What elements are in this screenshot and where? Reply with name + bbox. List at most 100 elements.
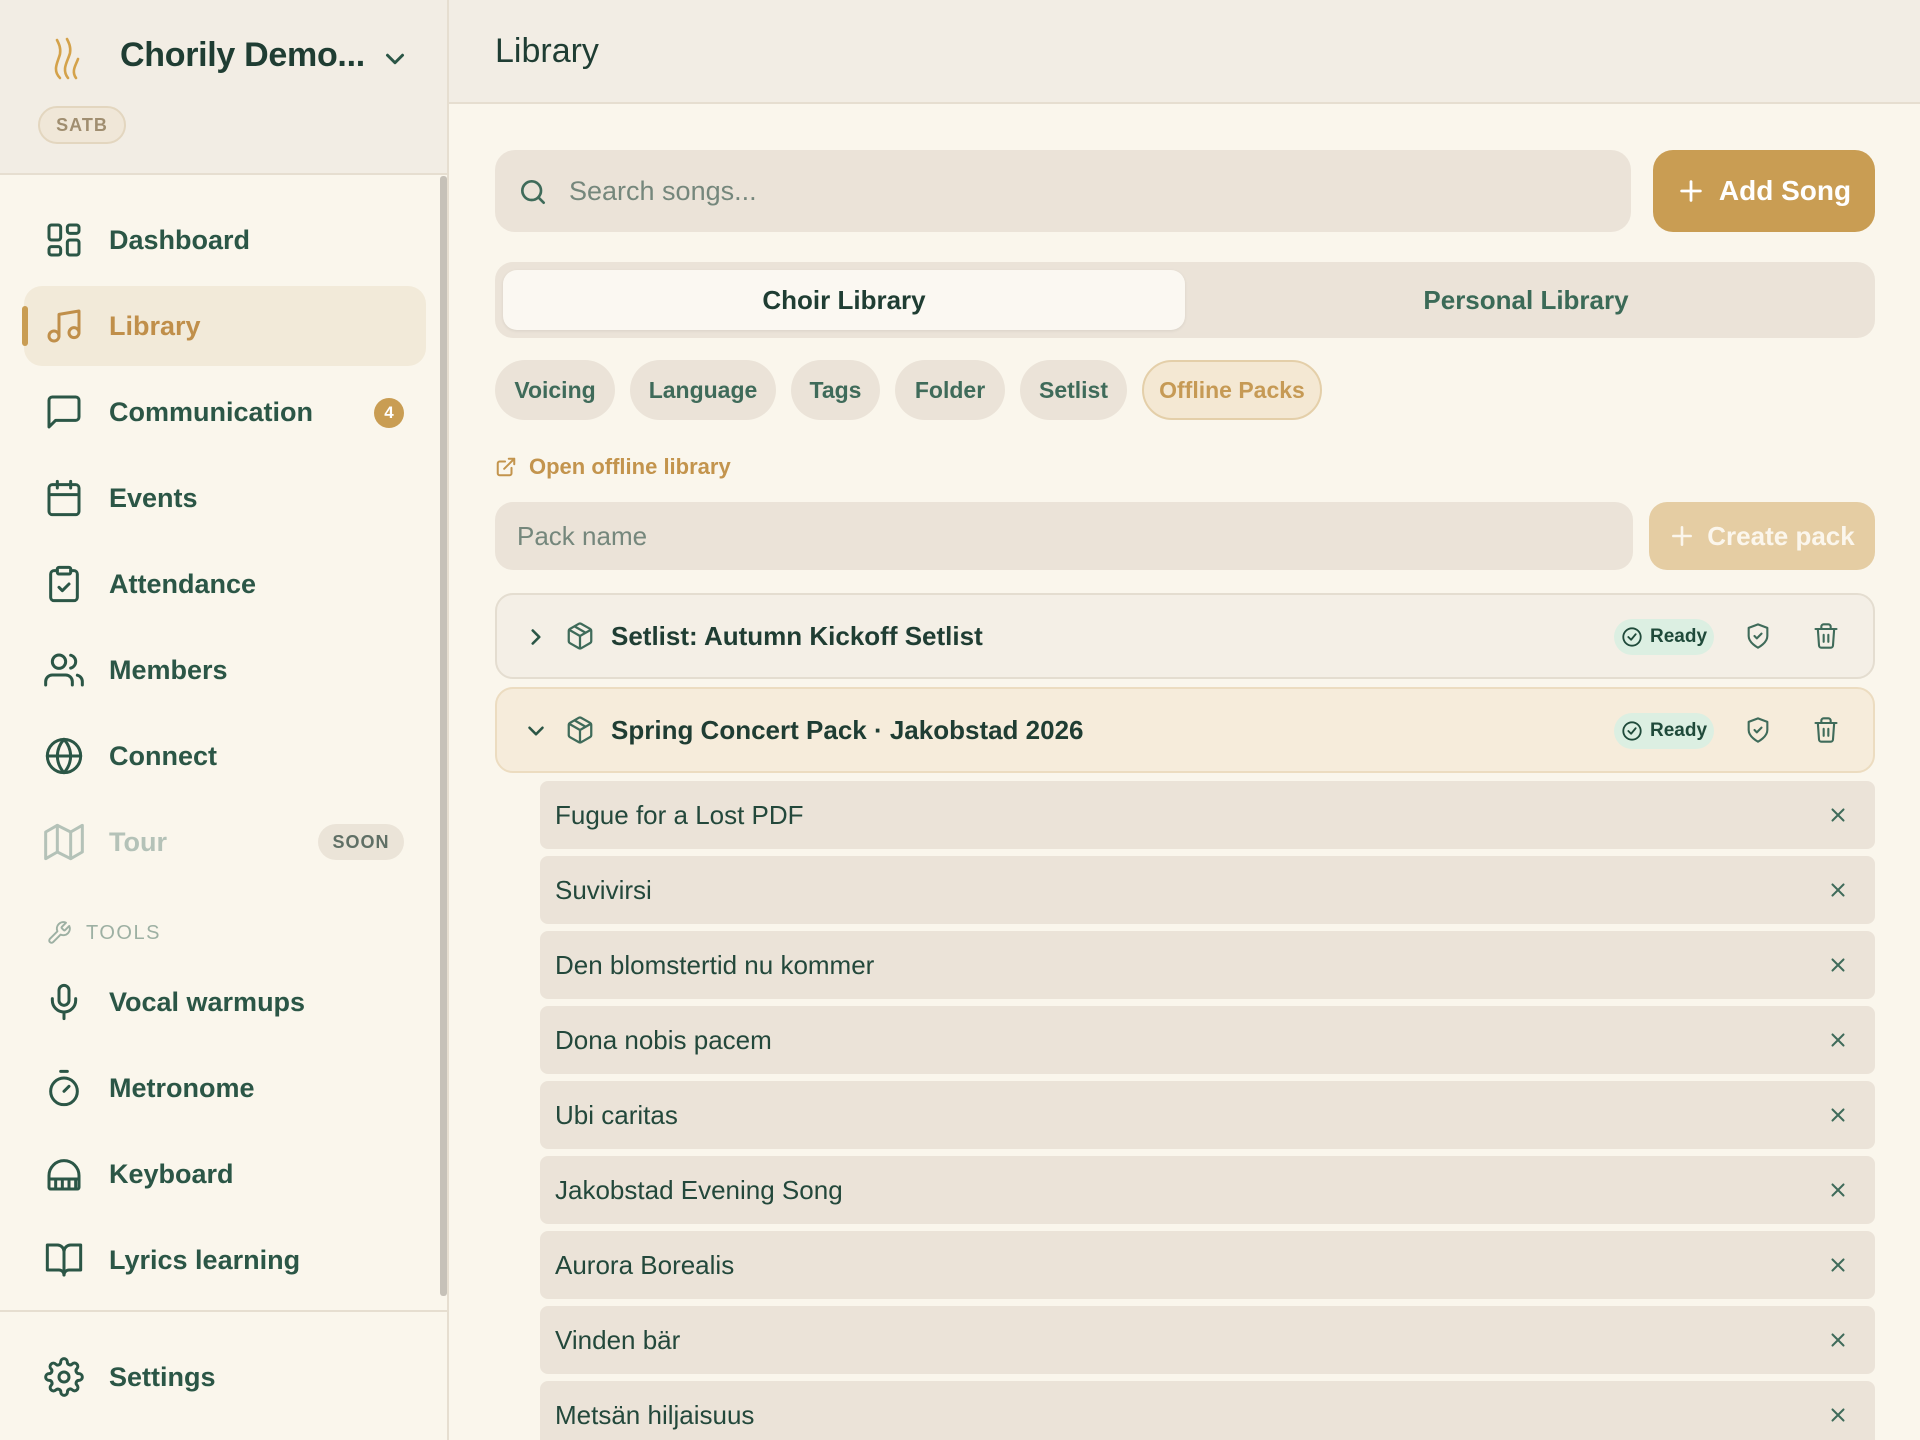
sidebar: Chorily Demo... SATB Dashboard Library C… (0, 0, 449, 1440)
sidebar-scrollbar[interactable] (440, 176, 447, 1296)
shield-check-icon[interactable] (1744, 621, 1772, 651)
close-icon[interactable] (1827, 804, 1849, 826)
open-offline-library-label: Open offline library (529, 454, 731, 479)
song-title[interactable]: Suvivirsi (555, 856, 652, 924)
unread-count-badge: 4 (374, 398, 404, 428)
close-icon[interactable] (1827, 1404, 1849, 1426)
filter-folder[interactable]: Folder (895, 360, 1005, 420)
close-icon[interactable] (1827, 1329, 1849, 1351)
song-title[interactable]: Fugue for a Lost PDF (555, 781, 804, 849)
timer-icon (49, 1069, 79, 1107)
pack-name-input[interactable] (517, 502, 1607, 570)
calendar-icon (47, 479, 81, 517)
plus-icon (1680, 180, 1702, 202)
nav-lyrics-learning[interactable]: Lyrics learning (24, 1220, 426, 1300)
close-icon[interactable] (1827, 1254, 1849, 1276)
nav-library-label: Library (109, 311, 201, 341)
voicing-badge: SATB (38, 106, 126, 144)
pack-song-row: Fugue for a Lost PDF (540, 781, 1875, 849)
music-note-icon (47, 309, 81, 343)
song-title[interactable]: Dona nobis pacem (555, 1006, 772, 1074)
nav-library[interactable]: Library (22, 286, 426, 366)
ready-status-badge: Ready (1614, 619, 1714, 655)
add-song-button[interactable]: Add Song (1653, 150, 1875, 232)
open-offline-library-link[interactable]: Open offline library (495, 450, 731, 484)
song-title[interactable]: Metsän hiljaisuus (555, 1381, 754, 1440)
message-square-icon (47, 395, 81, 429)
pack-song-row: Jakobstad Evening Song (540, 1156, 1875, 1224)
pack-title[interactable]: Setlist: Autumn Kickoff Setlist (611, 595, 983, 677)
nav-tour: Tour SOON (24, 802, 426, 882)
song-search[interactable] (495, 150, 1631, 232)
ready-status-badge: Ready (1614, 713, 1714, 749)
nav-connect[interactable]: Connect (24, 716, 426, 796)
nav-settings-label: Settings (109, 1362, 216, 1392)
trash-icon[interactable] (1812, 716, 1840, 744)
filter-offline-packs[interactable]: Offline Packs (1142, 360, 1322, 420)
filter-voicing[interactable]: Voicing (495, 360, 615, 420)
tools-label: TOOLS (86, 922, 161, 944)
nav-metronome-label: Metronome (109, 1073, 255, 1103)
offline-pack: Spring Concert Pack · Jakobstad 2026 Rea… (495, 687, 1875, 773)
pack-song-row: Metsän hiljaisuus (540, 1381, 1875, 1440)
chevron-down-icon[interactable] (380, 44, 410, 74)
filter-setlist[interactable]: Setlist (1020, 360, 1127, 420)
external-link-icon (496, 457, 516, 477)
tab-choir-library[interactable]: Choir Library (503, 270, 1185, 330)
close-icon[interactable] (1827, 1104, 1849, 1126)
nav-keyboard[interactable]: Keyboard (24, 1134, 426, 1214)
filter-tags[interactable]: Tags (791, 360, 880, 420)
gear-icon (44, 1357, 84, 1397)
wrench-icon (48, 921, 71, 944)
check-circle-icon (1622, 627, 1642, 647)
create-pack-button[interactable]: Create pack (1649, 502, 1875, 570)
check-circle-icon (1622, 721, 1642, 741)
pack-song-row: Vinden bär (540, 1306, 1875, 1374)
trash-icon[interactable] (1812, 622, 1840, 650)
nav-events[interactable]: Events (24, 458, 426, 538)
song-title[interactable]: Den blomstertid nu kommer (555, 931, 874, 999)
create-pack-label: Create pack (1707, 520, 1855, 551)
clipboard-check-icon (49, 565, 79, 603)
nav-attendance[interactable]: Attendance (24, 544, 426, 624)
pack-song-row: Suvivirsi (540, 856, 1875, 924)
offline-pack: Setlist: Autumn Kickoff Setlist Ready (495, 593, 1875, 679)
nav-settings[interactable]: Settings (24, 1337, 426, 1417)
chevron-down-icon[interactable] (523, 718, 549, 744)
nav-vocal-warmups[interactable]: Vocal warmups (24, 962, 426, 1042)
piano-icon (47, 1159, 81, 1191)
song-title[interactable]: Aurora Borealis (555, 1231, 734, 1299)
sidebar-footer: Settings (0, 1310, 447, 1440)
close-icon[interactable] (1827, 879, 1849, 901)
dashboard-icon (47, 223, 81, 257)
add-song-label: Add Song (1718, 175, 1852, 206)
song-title[interactable]: Vinden bär (555, 1306, 680, 1374)
close-icon[interactable] (1827, 954, 1849, 976)
song-title[interactable]: Ubi caritas (555, 1081, 678, 1149)
tab-personal-library[interactable]: Personal Library (1185, 270, 1867, 330)
nav-keyboard-label: Keyboard (109, 1159, 234, 1189)
pack-name-field[interactable] (495, 502, 1633, 570)
filter-language[interactable]: Language (630, 360, 776, 420)
choir-switcher[interactable]: Chorily Demo... SATB (0, 0, 447, 175)
nav-tour-label: Tour (109, 827, 167, 857)
pack-song-row: Ubi caritas (540, 1081, 1875, 1149)
shield-check-icon[interactable] (1744, 715, 1772, 745)
pack-song-row: Den blomstertid nu kommer (540, 931, 1875, 999)
pack-title[interactable]: Spring Concert Pack · Jakobstad 2026 (611, 689, 1084, 771)
search-input[interactable] (569, 150, 1609, 232)
microphone-icon (50, 983, 78, 1021)
nav-communication[interactable]: Communication 4 (24, 372, 426, 452)
nav-members[interactable]: Members (24, 630, 426, 710)
chevron-right-icon[interactable] (523, 624, 549, 650)
nav-dashboard[interactable]: Dashboard (24, 200, 426, 280)
nav-metronome[interactable]: Metronome (24, 1048, 426, 1128)
nav-communication-label: Communication (109, 397, 314, 427)
pack-song-row: Aurora Borealis (540, 1231, 1875, 1299)
close-icon[interactable] (1827, 1179, 1849, 1201)
globe-icon (45, 737, 83, 775)
close-icon[interactable] (1827, 1029, 1849, 1051)
nav-events-label: Events (109, 483, 198, 513)
nav-lyrics-learning-label: Lyrics learning (109, 1245, 301, 1275)
song-title[interactable]: Jakobstad Evening Song (555, 1156, 843, 1224)
